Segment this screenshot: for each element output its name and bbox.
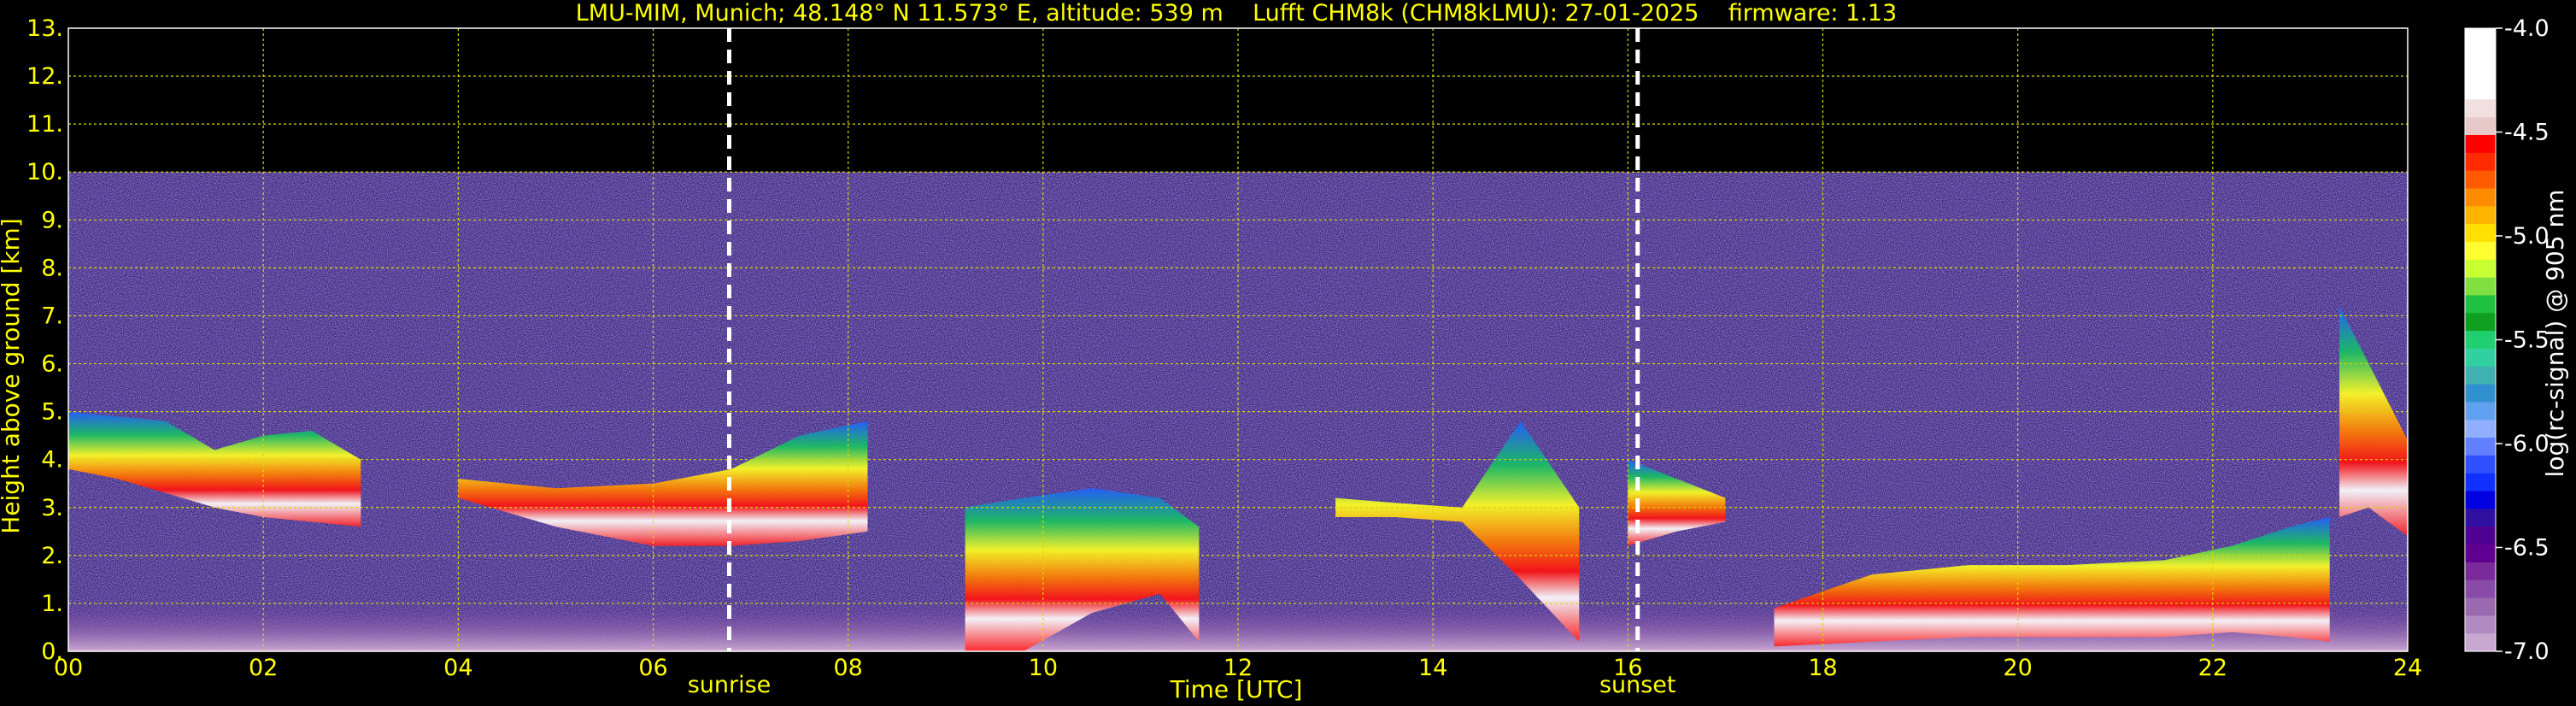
y-tick-label: 2. [41,543,63,569]
colorbar-segment [2465,597,2496,616]
x-tick-label: 06 [638,655,667,681]
y-tick-label: 5. [41,399,63,426]
colorbar-segment [2465,562,2496,581]
colorbar-segment [2465,366,2496,385]
colorbar-segment [2465,81,2496,100]
x-tick-label: 24 [2393,655,2422,681]
y-tick-label: 8. [41,255,63,281]
x-tick-label: 04 [443,655,472,681]
ceilometer-plot: sunrise sunset 0.1.2.3.4.5.6.7.8.9.10.11.… [0,0,2569,703]
colorbar-segment [2465,295,2496,314]
colorbar-segment [2465,473,2496,492]
colorbar-segment [2465,633,2496,652]
colorbar-segment [2465,455,2496,474]
x-tick-label: 08 [833,655,862,681]
colorbar-segment [2465,544,2496,563]
colorbar-segment [2465,313,2496,332]
x-tick-label: 20 [2003,655,2032,681]
colorbar-segment [2465,420,2496,438]
colorbar-segment [2465,402,2496,421]
colorbar-segment [2465,384,2496,403]
y-axis-label: Height above ground [km] [0,218,25,534]
colorbar-segment [2465,259,2496,279]
colorbar [2464,27,2497,652]
chart-title: LMU-MIM, Munich; 48.148° N 11.573° E, al… [576,0,1897,26]
colorbar-tick-label: -6.5 [2504,535,2550,562]
y-tick-label: 13. [26,15,63,42]
colorbar-segment [2465,206,2496,225]
colorbar-segment [2465,527,2496,545]
y-tick-label: 12. [26,63,63,90]
y-tick-label: 11. [26,111,63,138]
colorbar-segment [2465,438,2496,456]
x-tick-label: 16 [1613,655,1642,681]
colorbar-label: log(rc-signal) @ 905 nm [2541,190,2569,478]
colorbar-tick-label: -7.0 [2504,638,2550,665]
y-tick-labels: 0.1.2.3.4.5.6.7.8.9.10.11.12.13. [26,15,63,665]
x-tick-label: 00 [54,655,83,681]
colorbar-segment [2465,241,2496,261]
x-tick-label: 10 [1029,655,1058,681]
x-tick-label: 18 [1808,655,1837,681]
colorbar-segment [2465,45,2496,65]
colorbar-segment [2465,615,2496,634]
colorbar-segment [2465,188,2496,207]
y-tick-label: 10. [26,159,63,185]
y-tick-label: 4. [41,447,63,474]
y-tick-label: 7. [41,303,63,329]
colorbar-segment [2465,580,2496,599]
colorbar-tick-label: -4.0 [2504,15,2550,42]
x-tick-label: 02 [249,655,278,681]
colorbar-tick-label: -4.5 [2504,120,2550,146]
colorbar-segment [2465,170,2496,190]
colorbar-segment [2465,117,2496,136]
y-tick-label: 9. [41,207,63,233]
colorbar-segment [2465,331,2496,350]
x-tick-label: 14 [1418,655,1447,681]
colorbar-segment [2465,509,2496,527]
colorbar-segment [2465,99,2496,118]
colorbar-segment [2465,152,2496,172]
colorbar-segment [2465,348,2496,368]
x-tick-label: 22 [2198,655,2227,681]
colorbar-segment [2465,277,2496,297]
y-tick-label: 3. [41,495,63,521]
colorbar-segment [2465,491,2496,509]
colorbar-segment [2465,63,2496,83]
colorbar-segment [2465,224,2496,243]
sunrise-label: sunrise [688,672,772,698]
x-axis-label: Time [UTC] [1170,675,1303,703]
y-tick-label: 1. [41,591,63,617]
ceilometer-figure: sunrise sunset 0. 1. 2. 3. 4. 5. 6. 7. 8. 9. 10. 11.… [0,0,2576,706]
y-tick-label: 6. [41,351,63,378]
plot-area: sunrise sunset [67,27,2409,698]
colorbar-segment [2465,134,2496,154]
colorbar-segment [2465,28,2496,47]
